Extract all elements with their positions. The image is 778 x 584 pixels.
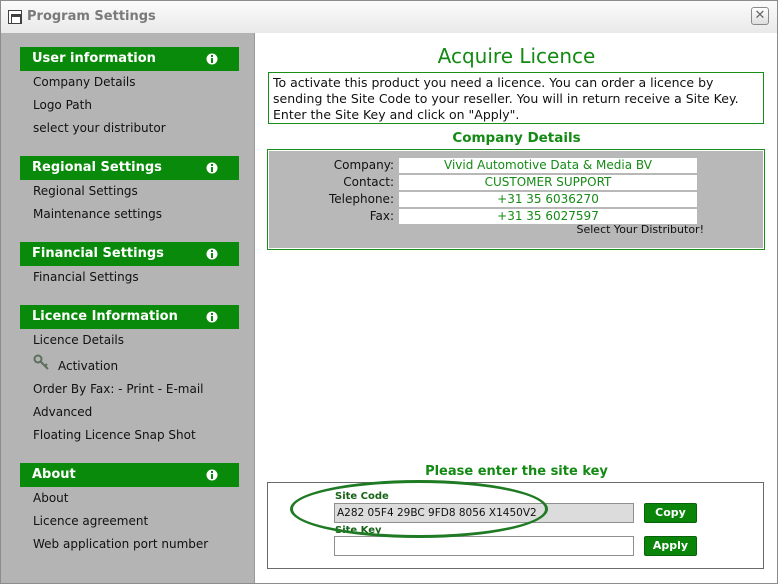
apply-button[interactable]: Apply bbox=[644, 536, 697, 556]
sidebar-item-floating-licence-snapshot[interactable]: Floating Licence Snap Shot bbox=[20, 424, 239, 447]
app-icon bbox=[8, 10, 22, 24]
site-code-label: Site Code bbox=[335, 491, 389, 502]
company-value: Vivid Automotive Data & Media BV bbox=[399, 158, 697, 173]
sidebar: User information Company Details Logo Pa… bbox=[1, 33, 255, 583]
section-header-label: Regional Settings bbox=[32, 160, 162, 175]
fax-value: +31 35 6027597 bbox=[399, 209, 697, 224]
telephone-value: +31 35 6036270 bbox=[399, 192, 697, 207]
company-details-title: Company Details bbox=[452, 130, 581, 146]
section-header-about[interactable]: About bbox=[20, 463, 239, 487]
info-icon bbox=[206, 469, 218, 481]
section-regional-settings: Regional Settings Regional Settings Main… bbox=[20, 156, 239, 226]
section-user-information: User information Company Details Logo Pa… bbox=[20, 47, 239, 140]
close-button[interactable]: ✕ bbox=[751, 7, 769, 25]
sidebar-item-select-distributor[interactable]: select your distributor bbox=[20, 117, 239, 140]
sidebar-item-advanced[interactable]: Advanced bbox=[20, 401, 239, 424]
title-bar: Program Settings ✕ bbox=[1, 1, 777, 33]
section-header-regional-settings[interactable]: Regional Settings bbox=[20, 156, 239, 180]
company-details-box: Company: Vivid Automotive Data & Media B… bbox=[267, 149, 765, 250]
page-title: Acquire Licence bbox=[437, 44, 596, 68]
sidebar-item-label: Activation bbox=[58, 359, 119, 373]
site-key-section-title: Please enter the site key bbox=[425, 464, 608, 479]
main-panel: Acquire Licence To activate this product… bbox=[256, 33, 777, 583]
copy-button[interactable]: Copy bbox=[644, 503, 697, 523]
sidebar-item-order-by-fax[interactable]: Order By Fax: - Print - E-mail bbox=[20, 378, 239, 401]
sidebar-item-about[interactable]: About bbox=[20, 487, 239, 510]
sidebar-item-financial-settings[interactable]: Financial Settings bbox=[20, 266, 239, 289]
section-header-licence-information[interactable]: Licence Information bbox=[20, 305, 239, 329]
program-settings-window: Program Settings ✕ User information Comp… bbox=[0, 0, 778, 584]
sidebar-item-regional-settings[interactable]: Regional Settings bbox=[20, 180, 239, 203]
sidebar-item-logo-path[interactable]: Logo Path bbox=[20, 94, 239, 117]
info-icon bbox=[206, 248, 218, 260]
section-header-label: User information bbox=[32, 51, 156, 66]
fax-label: Fax: bbox=[369, 209, 394, 223]
key-icon bbox=[33, 354, 49, 370]
info-icon bbox=[206, 53, 218, 65]
telephone-row: Telephone: +31 35 6036270 bbox=[269, 191, 763, 208]
company-label: Company: bbox=[333, 158, 394, 172]
intro-text: To activate this product you need a lice… bbox=[268, 72, 764, 124]
telephone-label: Telephone: bbox=[329, 192, 394, 206]
sidebar-item-maintenance-settings[interactable]: Maintenance settings bbox=[20, 203, 239, 226]
section-header-financial-settings[interactable]: Financial Settings bbox=[20, 242, 239, 266]
section-header-label: Financial Settings bbox=[32, 246, 164, 261]
contact-label: Contact: bbox=[343, 175, 394, 189]
sidebar-item-web-application-port[interactable]: Web application port number bbox=[20, 533, 239, 556]
section-header-user-information[interactable]: User information bbox=[20, 47, 239, 71]
section-licence-information: Licence Information Licence Details Acti… bbox=[20, 305, 239, 447]
sidebar-item-licence-agreement[interactable]: Licence agreement bbox=[20, 510, 239, 533]
company-row: Company: Vivid Automotive Data & Media B… bbox=[269, 157, 763, 174]
site-key-label: Site Key bbox=[335, 525, 382, 536]
sidebar-item-activation[interactable]: Activation bbox=[20, 352, 239, 378]
section-financial-settings: Financial Settings Financial Settings bbox=[20, 242, 239, 289]
site-code-field[interactable]: A282 05F4 29BC 9FD8 8056 X1450V2 bbox=[334, 503, 634, 523]
sidebar-item-company-details[interactable]: Company Details bbox=[20, 71, 239, 94]
site-key-input[interactable] bbox=[334, 536, 634, 556]
contact-row: Contact: CUSTOMER SUPPORT bbox=[269, 174, 763, 191]
section-about: About About Licence agreement Web applic… bbox=[20, 463, 239, 556]
section-header-label: About bbox=[32, 467, 76, 482]
site-key-box: Site Code A282 05F4 29BC 9FD8 8056 X1450… bbox=[267, 482, 764, 569]
sidebar-item-licence-details[interactable]: Licence Details bbox=[20, 329, 239, 352]
company-details-panel: Company: Vivid Automotive Data & Media B… bbox=[269, 151, 763, 248]
select-distributor-link[interactable]: Select Your Distributor! bbox=[577, 223, 705, 236]
section-header-label: Licence Information bbox=[32, 309, 178, 324]
window-title: Program Settings bbox=[27, 9, 156, 24]
contact-value: CUSTOMER SUPPORT bbox=[399, 175, 697, 190]
info-icon bbox=[206, 311, 218, 323]
info-icon bbox=[206, 162, 218, 174]
